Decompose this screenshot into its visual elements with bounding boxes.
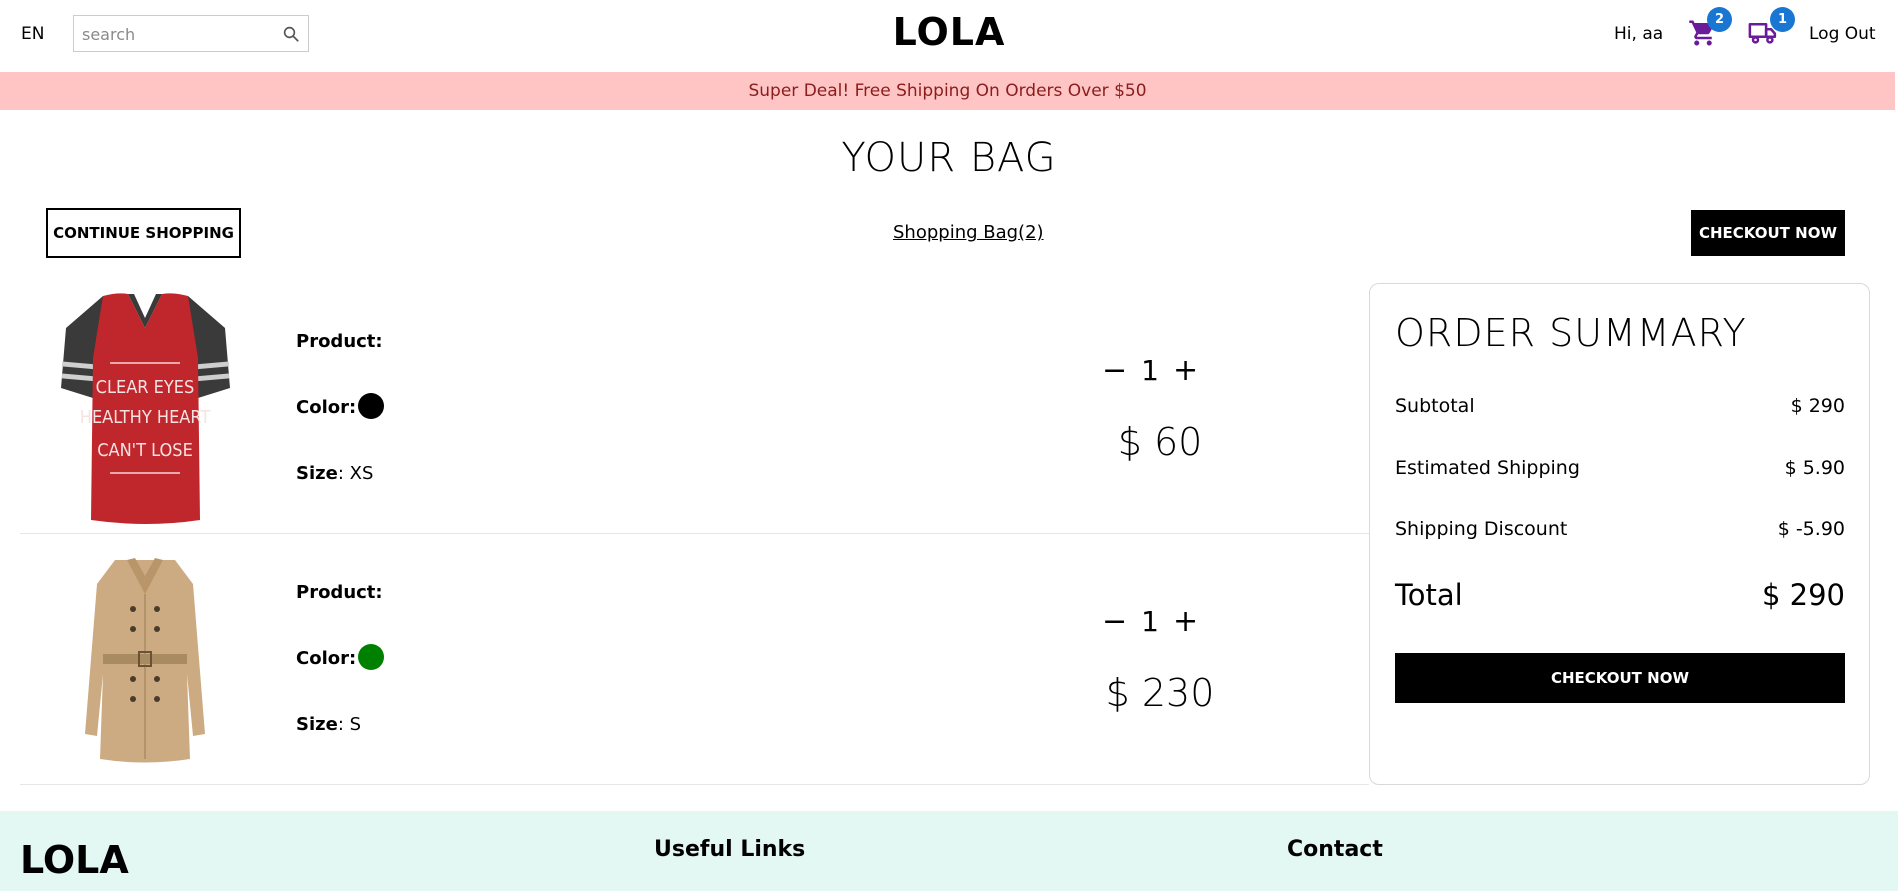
color-swatch (358, 393, 385, 419)
orders-button[interactable]: 1 (1747, 7, 1795, 48)
contact-heading: Contact (1287, 837, 1383, 862)
checkout-top-button[interactable]: CHECKOUT NOW (1691, 210, 1845, 256)
useful-links-heading: Useful Links (654, 837, 806, 862)
cart-count-badge: 2 (1707, 7, 1732, 32)
product-color: Color: (296, 393, 385, 421)
product-label: Product: (296, 582, 383, 603)
product-image-tshirt[interactable]: CLEAR EYES HEALTHY HEART CAN'T LOSE (58, 288, 233, 528)
minus-icon[interactable]: − (1102, 604, 1127, 639)
shopping-bag-link[interactable]: Shopping Bag(2) (893, 222, 1044, 243)
footer: LOLA Useful Links Contact (0, 811, 1898, 891)
product-image-trenchcoat[interactable] (75, 554, 215, 766)
shipping-row: Estimated Shipping $ 5.90 (1395, 457, 1845, 479)
product-price: $ 60 (1117, 420, 1203, 464)
continue-shopping-button[interactable]: CONTINUE SHOPPING (46, 208, 241, 258)
total-value: $ 290 (1761, 578, 1845, 612)
user-greeting: Hi, aa (1614, 24, 1664, 44)
product-color: Color: (296, 644, 385, 672)
quantity-value: 1 (1141, 605, 1159, 638)
product-size: Size: XS (296, 463, 374, 484)
cart-button[interactable]: 2 (1688, 7, 1732, 48)
page-title: YOUR BAG (841, 135, 1057, 181)
product-size: Size: S (296, 714, 362, 735)
quantity-value: 1 (1141, 354, 1159, 387)
plus-icon[interactable]: + (1173, 353, 1198, 388)
cart-item: CLEAR EYES HEALTHY HEART CAN'T LOSE Prod… (20, 283, 1369, 534)
subtotal-row: Subtotal $ 290 (1395, 395, 1845, 417)
orders-count-badge: 1 (1770, 7, 1795, 32)
total-label: Total (1395, 578, 1463, 612)
subtotal-value: $ 290 (1790, 395, 1845, 417)
minus-icon[interactable]: − (1102, 353, 1127, 388)
item-divider (20, 784, 1369, 785)
logout-link[interactable]: Log Out (1809, 24, 1876, 44)
discount-row: Shipping Discount $ -5.90 (1395, 518, 1845, 540)
footer-logo: LOLA (20, 838, 129, 882)
svg-text:HEALTHY HEART: HEALTHY HEART (80, 407, 211, 428)
discount-label: Shipping Discount (1395, 518, 1568, 540)
discount-value: $ -5.90 (1777, 518, 1845, 540)
checkout-button[interactable]: CHECKOUT NOW (1395, 653, 1845, 703)
page: EN LOLA Hi, aa 2 1 Log Out (0, 0, 1898, 891)
shipping-value: $ 5.90 (1784, 457, 1845, 479)
subtotal-label: Subtotal (1395, 395, 1475, 417)
announcement-bar: Super Deal! Free Shipping On Orders Over… (0, 72, 1895, 110)
total-row: Total $ 290 (1395, 578, 1845, 612)
color-swatch (358, 644, 385, 670)
svg-text:CAN'T LOSE: CAN'T LOSE (97, 440, 193, 461)
cart-item: Product: Color: Size: S − 1 + $ 230 (20, 534, 1369, 785)
plus-icon[interactable]: + (1173, 604, 1198, 639)
quantity-stepper: − 1 + (1102, 604, 1198, 639)
order-summary: ORDER SUMMARY Subtotal $ 290 Estimated S… (1369, 283, 1870, 785)
quantity-stepper: − 1 + (1102, 353, 1198, 388)
svg-text:CLEAR EYES: CLEAR EYES (96, 377, 195, 398)
product-label: Product: (296, 331, 383, 352)
product-price: $ 230 (1105, 671, 1215, 715)
logo-text[interactable]: LOLA (893, 10, 1006, 54)
summary-title: ORDER SUMMARY (1395, 311, 1747, 355)
navbar: EN LOLA Hi, aa 2 1 Log Out (0, 0, 1898, 72)
shipping-label: Estimated Shipping (1395, 457, 1580, 479)
